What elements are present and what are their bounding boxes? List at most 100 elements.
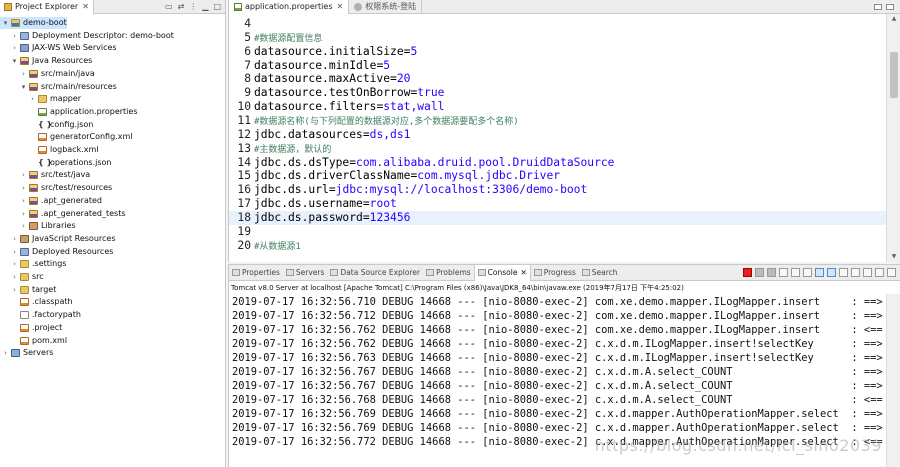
show-on-output-icon[interactable] — [815, 268, 824, 277]
tree-item[interactable]: › src/test/resources — [0, 182, 112, 194]
tree-item[interactable]: › src — [0, 271, 44, 283]
chevron-right-icon[interactable]: › — [20, 208, 27, 220]
tree-item[interactable]: ▾ demo-boot — [0, 17, 67, 29]
display-console-icon[interactable] — [851, 268, 860, 277]
collapse-all-icon[interactable]: ▭ — [165, 2, 173, 11]
chevron-right-icon[interactable]: › — [29, 93, 36, 105]
word-wrap-icon[interactable] — [803, 268, 812, 277]
scroll-thumb[interactable] — [890, 52, 898, 98]
tree-item[interactable]: › .apt_generated — [0, 195, 102, 207]
tree-item[interactable]: › Servers — [0, 347, 53, 359]
property-value: 123456 — [369, 210, 411, 224]
line-number: 7 — [244, 58, 251, 72]
tree-item[interactable]: › src/main/java — [0, 68, 95, 80]
tree-item[interactable]: › .apt_generated_tests — [0, 208, 126, 220]
tree-item[interactable]: .classpath — [0, 296, 73, 308]
chevron-right-icon[interactable]: › — [20, 68, 27, 80]
chevron-right-icon[interactable]: › — [20, 182, 27, 194]
tree-item[interactable]: › JAX-WS Web Services — [0, 42, 117, 54]
tab-data-source-explorer[interactable]: Data Source Explorer — [327, 265, 423, 281]
scroll-down-icon[interactable]: ▼ — [887, 252, 900, 262]
open-console-icon[interactable] — [863, 268, 872, 277]
remove-all-icon[interactable] — [767, 268, 776, 277]
chevron-right-icon[interactable]: › — [11, 30, 18, 42]
clear-console-icon[interactable] — [779, 268, 788, 277]
chevron-right-icon[interactable]: › — [20, 169, 27, 181]
chevron-right-icon[interactable]: › — [20, 220, 27, 232]
explorer-tabbar: Project Explorer ✕ ▭ ⇄ ⋮ ▁ □ — [0, 0, 225, 14]
tab-console[interactable]: Console ✕ — [473, 264, 531, 281]
remove-launch-icon[interactable] — [755, 268, 764, 277]
link-editor-icon[interactable]: ⇄ — [178, 2, 185, 11]
equals-sign: = — [349, 155, 357, 169]
tab-servers[interactable]: Servers — [283, 265, 328, 281]
minimize-icon[interactable]: ▁ — [202, 2, 208, 11]
tree-item[interactable]: { } config.json — [0, 119, 93, 131]
chevron-right-icon[interactable]: › — [11, 284, 18, 296]
code-editor[interactable]: 4 5 #数据源配置信息 6 datasource.initialSize=5 7 data… — [229, 14, 886, 262]
chevron-down-icon[interactable]: ▾ — [20, 81, 27, 93]
tree-item[interactable]: › .settings — [0, 258, 66, 270]
terminate-icon[interactable] — [743, 268, 752, 277]
tree-item[interactable]: application.properties — [0, 106, 138, 118]
tab-login-page[interactable]: 权限系统-登陆 — [349, 0, 423, 14]
maximize-icon[interactable]: □ — [213, 2, 221, 11]
maximize-icon[interactable] — [887, 268, 896, 277]
chevron-right-icon[interactable]: › — [11, 233, 18, 245]
tree-item[interactable]: › target — [0, 284, 56, 296]
tab-problems[interactable]: Problems — [423, 265, 474, 281]
chevron-right-icon[interactable]: › — [11, 246, 18, 258]
tree-item[interactable]: logback.xml — [0, 144, 99, 156]
tree-item[interactable]: › src/test/java — [0, 169, 90, 181]
chevron-down-icon[interactable]: ▾ — [11, 55, 18, 67]
tree-item[interactable]: ▾ Java Resources — [0, 55, 92, 67]
tree-item[interactable]: › JavaScript Resources — [0, 233, 116, 245]
console-scrollbar[interactable] — [886, 294, 900, 467]
src-icon — [29, 82, 38, 91]
close-icon[interactable]: ✕ — [520, 268, 526, 277]
tab-progress[interactable]: Progress — [531, 265, 579, 281]
minimize-icon[interactable] — [874, 3, 882, 10]
code-line: 16 jdbc.ds.url=jdbc:mysql://localhost:330… — [229, 183, 886, 197]
editor-scrollbar[interactable]: ▲ ▼ — [886, 14, 900, 262]
tree-item[interactable]: generatorConfig.xml — [0, 131, 132, 143]
view-menu-icon[interactable]: ⋮ — [189, 2, 197, 11]
code-line: 12 jdbc.datasources=ds,ds1 — [229, 128, 886, 142]
tree-item-label: demo-boot — [23, 18, 67, 27]
tree-item[interactable]: › Deployment Descriptor: demo-boot — [0, 30, 174, 42]
show-on-error-icon[interactable] — [827, 268, 836, 277]
chevron-right-icon[interactable]: › — [2, 347, 9, 359]
close-icon[interactable]: ✕ — [82, 2, 89, 11]
property-key: jdbc.ds.password — [254, 210, 363, 224]
tab-search[interactable]: Search — [579, 265, 621, 281]
scroll-lock-icon[interactable] — [791, 268, 800, 277]
tree-item[interactable]: .factorypath — [0, 309, 81, 321]
pin-console-icon[interactable] — [839, 268, 848, 277]
chevron-down-icon[interactable]: ▾ — [2, 17, 9, 29]
scroll-up-icon[interactable]: ▲ — [887, 14, 900, 24]
tree-item-label: .factorypath — [32, 310, 81, 320]
tree-item[interactable]: pom.xml — [0, 335, 67, 347]
tree-item[interactable]: .project — [0, 322, 62, 334]
tree-item[interactable]: › Deployed Resources — [0, 246, 113, 258]
maximize-icon[interactable] — [886, 3, 894, 10]
property-key: datasource.initialSize — [254, 44, 404, 58]
chevron-right-icon[interactable]: › — [11, 258, 18, 270]
tab-project-explorer[interactable]: Project Explorer ✕ — [0, 0, 94, 14]
tab-application-properties[interactable]: application.properties ✕ — [229, 0, 350, 14]
minimize-icon[interactable] — [875, 268, 884, 277]
tree-item[interactable]: › Libraries — [0, 220, 76, 232]
folder-icon — [38, 95, 47, 104]
chevron-right-icon[interactable]: › — [11, 42, 18, 54]
log-line: 2019-07-17 16:32:56.767 DEBUG 14668 --- … — [232, 380, 883, 392]
tab-properties[interactable]: Properties — [229, 265, 283, 281]
tree-item-label: src/main/java — [41, 68, 95, 78]
chevron-right-icon[interactable]: › — [20, 195, 27, 207]
close-icon[interactable]: ✕ — [337, 2, 344, 11]
comment: #从数据源1 — [254, 241, 301, 252]
tree-item[interactable]: › mapper — [0, 93, 81, 105]
chevron-right-icon[interactable]: › — [11, 271, 18, 283]
property-key: jdbc.datasources — [254, 127, 363, 141]
tree-item[interactable]: { } operations.json — [0, 157, 111, 169]
tree-item[interactable]: ▾ src/main/resources — [0, 81, 117, 93]
